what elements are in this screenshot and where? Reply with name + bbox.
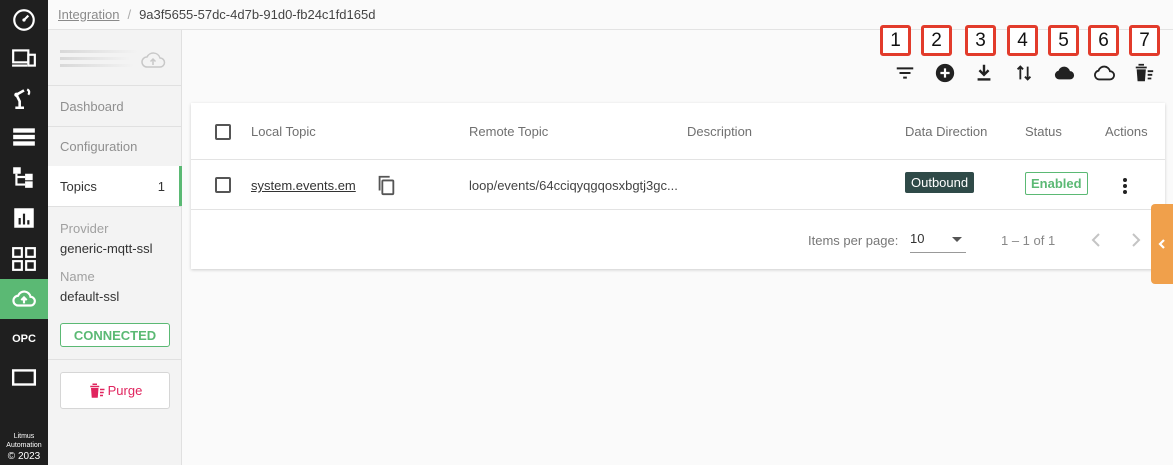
- breadcrumb-separator: /: [127, 6, 132, 22]
- footer-copyright: © 2023: [7, 451, 41, 462]
- devices-icon: [12, 49, 36, 67]
- nav-topics-label: Topics: [60, 178, 97, 194]
- rail-topology[interactable]: [0, 157, 48, 197]
- purge-label: Purge: [107, 383, 143, 398]
- download-icon: [977, 64, 991, 81]
- column-data-direction[interactable]: Data Direction: [905, 124, 987, 139]
- topics-table: Local Topic Remote Topic Description Dat…: [191, 103, 1165, 269]
- rail-opc[interactable]: OPC: [0, 319, 48, 359]
- provider-logo: [60, 44, 138, 74]
- more-vertical-icon[interactable]: [1115, 176, 1135, 196]
- import-export-button[interactable]: [1010, 60, 1038, 86]
- rail-robot[interactable]: [0, 78, 48, 118]
- cloud-button[interactable]: [1050, 60, 1078, 86]
- copy-icon[interactable]: [375, 174, 397, 196]
- delete-all-button[interactable]: [1130, 60, 1158, 86]
- select-all-checkbox[interactable]: [215, 124, 231, 140]
- table-header: Local Topic Remote Topic Description Dat…: [191, 103, 1165, 160]
- list-icon: [13, 128, 35, 146]
- topology-icon: [13, 167, 33, 188]
- column-local-topic[interactable]: Local Topic: [251, 124, 316, 139]
- robot-arm-icon: [14, 88, 31, 110]
- rail-apps[interactable]: [0, 239, 48, 279]
- swap-vertical-icon: [1016, 65, 1032, 81]
- delete-sweep-icon: [89, 383, 105, 398]
- delete-sweep-icon: [1135, 63, 1154, 82]
- rail-integration[interactable]: [0, 279, 48, 319]
- rail-monitor[interactable]: [0, 358, 48, 398]
- cloud-outline-icon: [1094, 65, 1115, 81]
- row-checkbox[interactable]: [215, 177, 231, 193]
- items-per-page-select[interactable]: 10: [910, 229, 966, 253]
- nav-dashboard[interactable]: Dashboard: [48, 86, 182, 126]
- column-remote-topic[interactable]: Remote Topic: [469, 124, 548, 139]
- name-label: Name: [60, 269, 95, 284]
- items-per-page-value: 10: [910, 231, 925, 246]
- breadcrumb: Integration / 9a3f5655-57dc-4d7b-91d0-fb…: [58, 6, 375, 22]
- rail-list[interactable]: [0, 117, 48, 157]
- column-actions: Actions: [1105, 124, 1148, 139]
- rail-dashboard[interactable]: [0, 0, 48, 40]
- panel-divider: [48, 206, 182, 207]
- cloud-outline-button[interactable]: [1090, 60, 1118, 86]
- local-topic-link[interactable]: system.events.em: [251, 178, 356, 193]
- footer-brand-line1: Litmus: [13, 433, 35, 440]
- cloud-upload-icon: [141, 52, 166, 68]
- rail-footer: Litmus Automation © 2023: [0, 432, 48, 463]
- rail-devices[interactable]: [0, 38, 48, 78]
- add-topic-button[interactable]: [931, 60, 959, 86]
- panel-divider: [48, 359, 182, 360]
- chevron-left-icon[interactable]: [1085, 229, 1107, 251]
- cloud-upload-icon: [12, 290, 36, 307]
- header-divider: [48, 29, 1173, 30]
- app-rail: OPC Litmus Automation © 2023: [0, 0, 48, 465]
- nav-configuration[interactable]: Configuration: [48, 126, 182, 166]
- filter-icon: [896, 67, 914, 79]
- direction-badge: Outbound: [905, 172, 975, 193]
- monitor-icon: [11, 369, 37, 386]
- nav-topics[interactable]: Topics 1: [48, 166, 182, 206]
- items-per-page-label: Items per page:: [808, 233, 899, 248]
- filter-button[interactable]: [891, 60, 919, 86]
- callout-2: 2: [921, 25, 952, 56]
- callout-5: 5: [1048, 25, 1079, 56]
- paginator: Items per page: 10 1 – 1 of 1: [191, 211, 1165, 269]
- page-range: 1 – 1 of 1: [1001, 233, 1056, 248]
- add-circle-icon: [935, 63, 955, 83]
- caret-down-icon: [952, 237, 962, 242]
- rail-analytics[interactable]: [0, 198, 48, 238]
- remote-topic-value: loop/events/64cciqyqgqosxbgtj3gc...: [469, 178, 678, 193]
- footer-brand-line2: Automation: [6, 442, 42, 449]
- callout-4: 4: [1007, 25, 1038, 56]
- callout-7: 7: [1129, 25, 1160, 56]
- callout-1: 1: [880, 25, 911, 56]
- cloud-icon: [1054, 66, 1075, 80]
- callout-6: 6: [1088, 25, 1119, 56]
- chevron-left-icon: [1158, 239, 1165, 249]
- column-description[interactable]: Description: [687, 124, 752, 139]
- column-status[interactable]: Status: [1025, 124, 1062, 139]
- connection-status-badge: CONNECTED: [60, 323, 170, 347]
- callout-3: 3: [965, 25, 996, 56]
- breadcrumb-link-integration[interactable]: Integration: [58, 7, 119, 22]
- name-value: default-ssl: [60, 289, 120, 304]
- purge-button[interactable]: Purge: [60, 372, 170, 409]
- breadcrumb-current: 9a3f5655-57dc-4d7b-91d0-fb24c1fd165d: [139, 6, 376, 22]
- download-button[interactable]: [970, 60, 998, 86]
- analytics-icon: [14, 208, 34, 228]
- status-badge: Enabled: [1025, 172, 1088, 195]
- apps-grid-icon: [12, 247, 36, 271]
- side-drawer-toggle[interactable]: [1151, 204, 1173, 284]
- table-row: system.events.em loop/events/64cciqyqgqo…: [191, 160, 1165, 210]
- provider-value: generic-mqtt-ssl: [60, 241, 153, 256]
- provider-label: Provider: [60, 221, 109, 236]
- nav-topics-count: 1: [157, 178, 165, 194]
- chevron-right-icon[interactable]: [1125, 229, 1147, 251]
- dashboard-gauge-icon: [13, 9, 35, 31]
- integration-panel: Dashboard Configuration Topics 1 Provide…: [48, 30, 182, 465]
